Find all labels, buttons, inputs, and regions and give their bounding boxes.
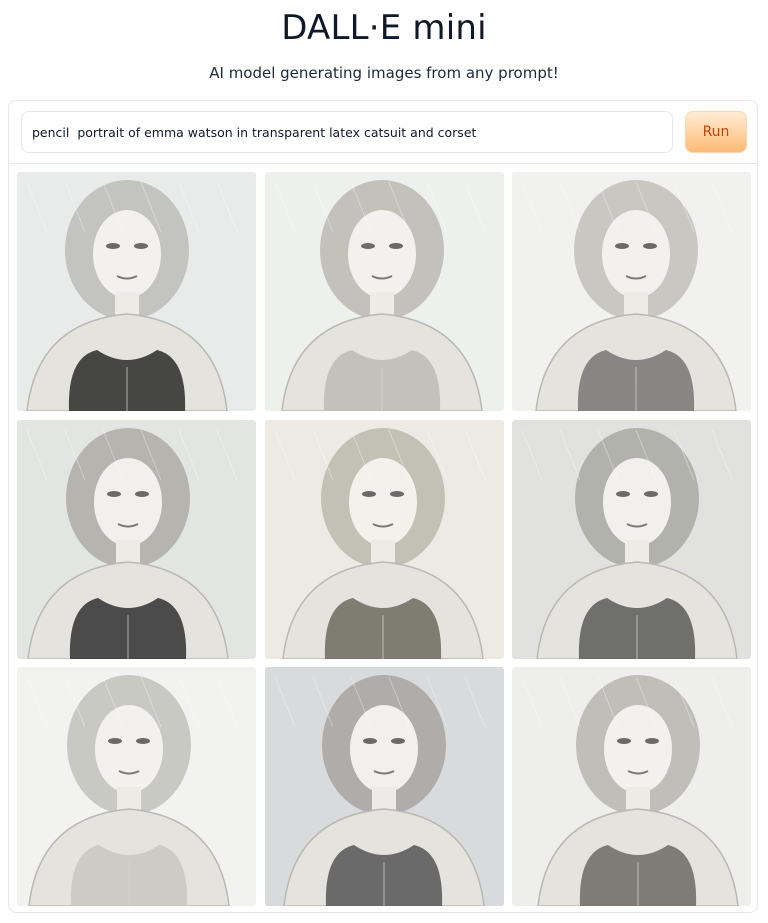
sketch-portrait-graphic bbox=[17, 667, 256, 906]
generated-image-9[interactable] bbox=[512, 667, 751, 906]
generator-panel: Run bbox=[8, 100, 758, 913]
sketch-portrait-graphic bbox=[512, 420, 751, 659]
generated-image-5[interactable] bbox=[265, 420, 504, 659]
generated-image-1[interactable] bbox=[17, 172, 256, 411]
generated-image-4[interactable] bbox=[17, 420, 256, 659]
sketch-portrait-graphic bbox=[265, 420, 504, 659]
page-title: DALL·E mini bbox=[281, 8, 487, 48]
run-button[interactable]: Run bbox=[685, 111, 747, 153]
sketch-portrait-graphic bbox=[265, 667, 504, 906]
generated-image-8[interactable] bbox=[265, 667, 504, 906]
prompt-row: Run bbox=[9, 101, 757, 164]
generated-image-2[interactable] bbox=[265, 172, 504, 411]
prompt-input[interactable] bbox=[21, 111, 673, 153]
image-gallery bbox=[17, 172, 751, 906]
sketch-portrait-graphic bbox=[17, 420, 256, 659]
page-subtitle: AI model generating images from any prom… bbox=[209, 64, 559, 82]
generated-image-7[interactable] bbox=[17, 667, 256, 906]
generated-image-6[interactable] bbox=[512, 420, 751, 659]
dalle-mini-page: DALL·E mini AI model generating images f… bbox=[0, 0, 768, 923]
sketch-portrait-graphic bbox=[265, 172, 504, 411]
sketch-portrait-graphic bbox=[512, 667, 751, 906]
sketch-portrait-graphic bbox=[512, 172, 751, 411]
generated-image-3[interactable] bbox=[512, 172, 751, 411]
sketch-portrait-graphic bbox=[17, 172, 256, 411]
